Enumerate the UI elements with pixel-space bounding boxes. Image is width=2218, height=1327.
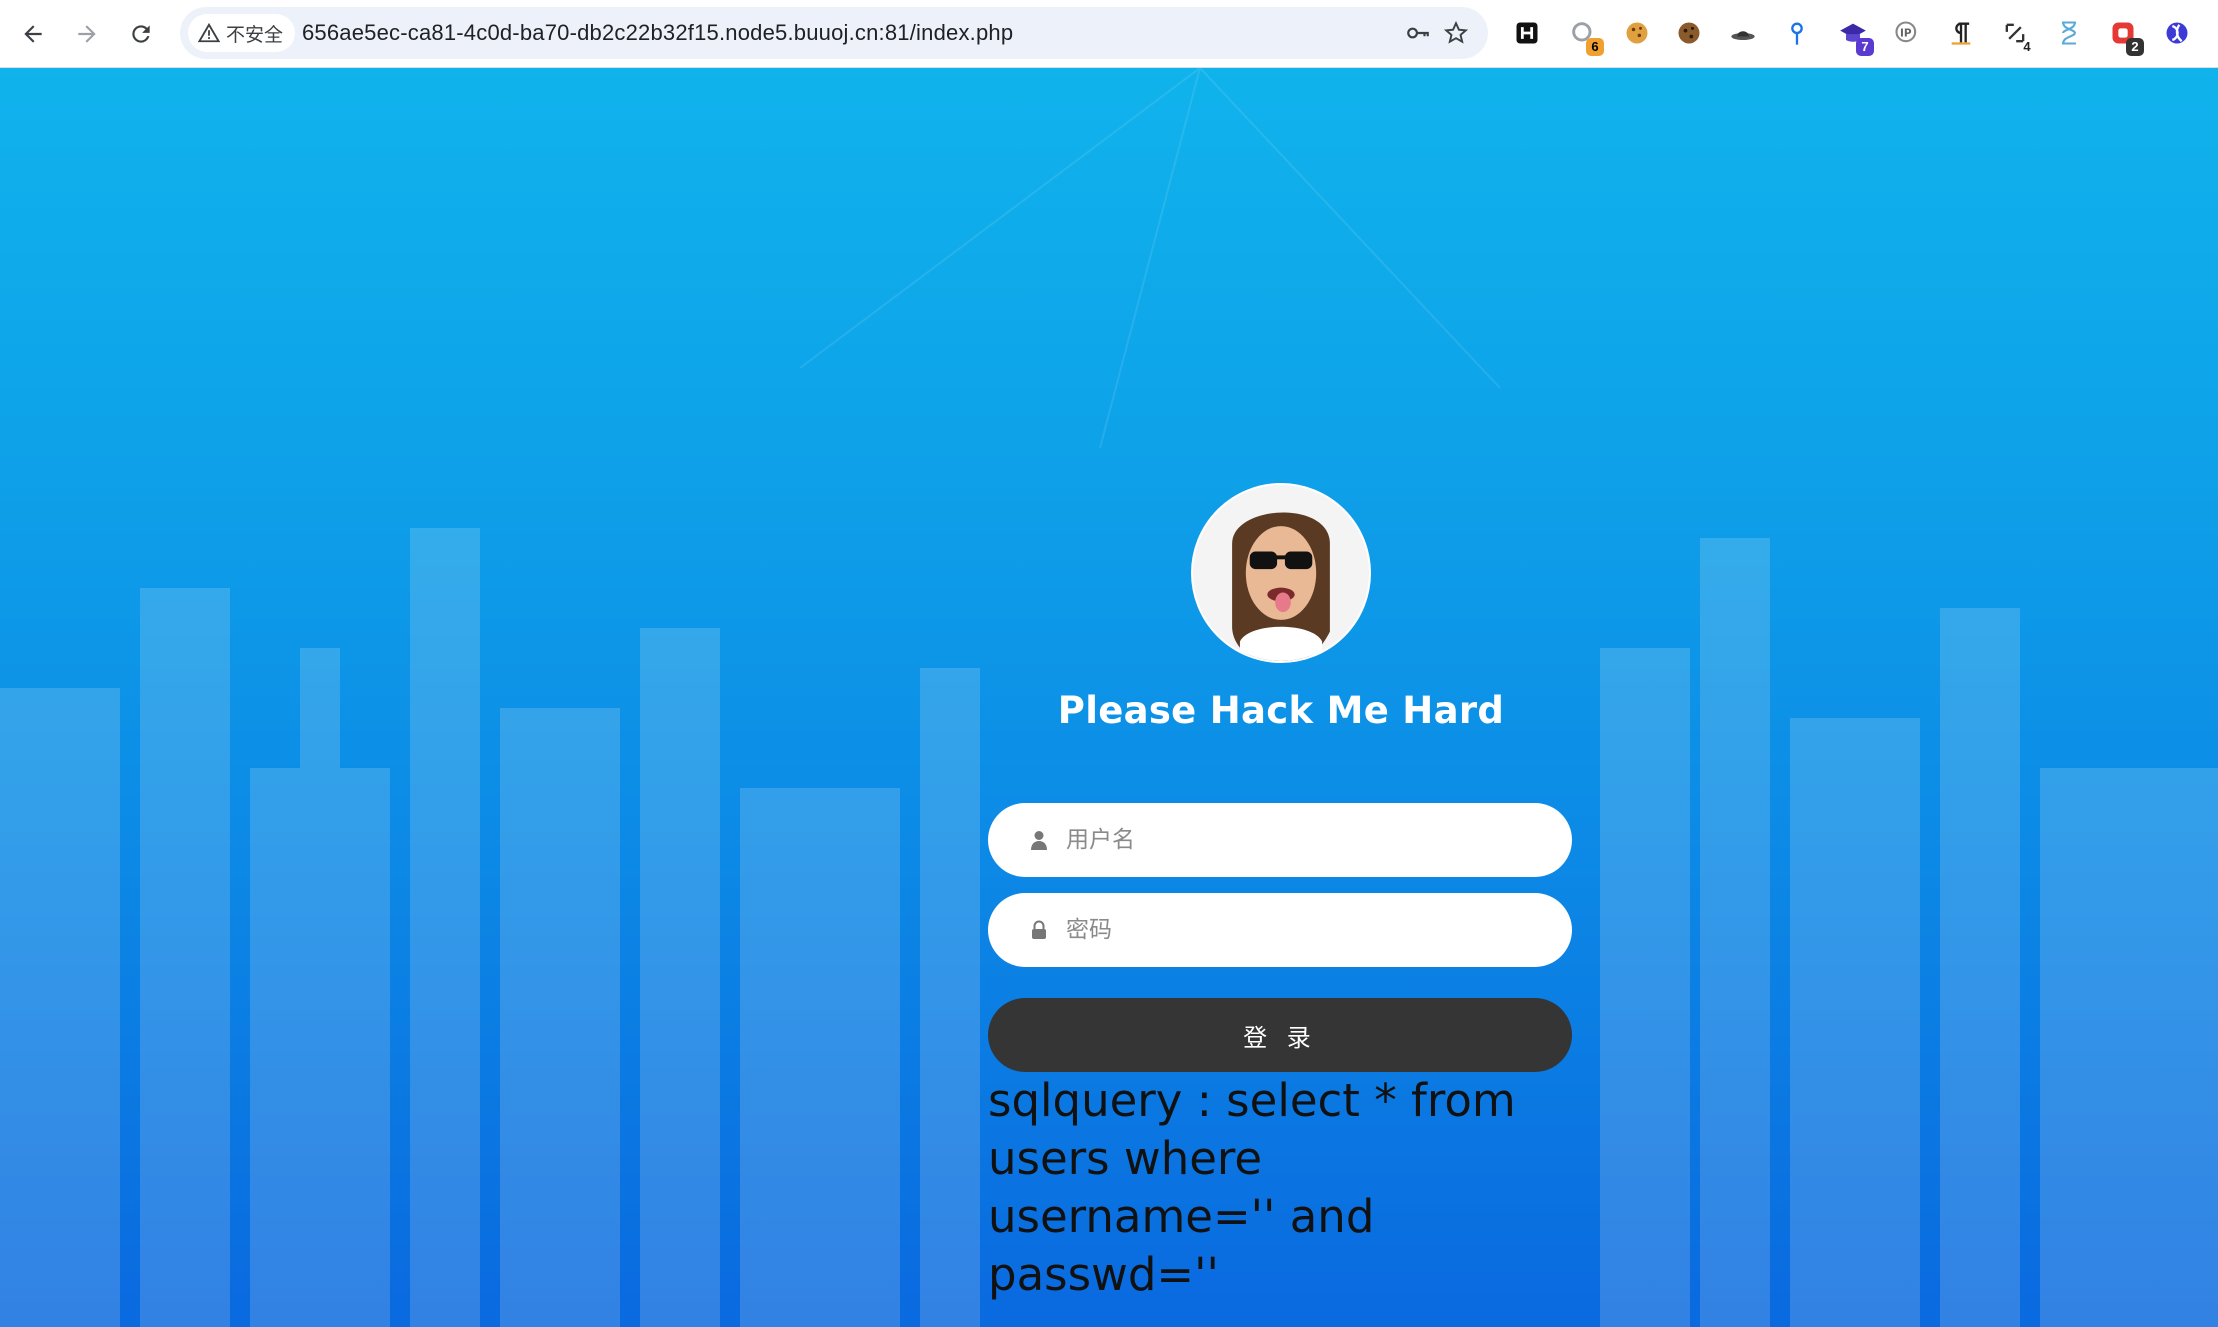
password-key-button[interactable] [1404, 19, 1432, 47]
hat-icon [1731, 31, 1755, 40]
password-input[interactable] [1066, 893, 1546, 967]
sql-line: passwd='' [988, 1248, 1219, 1301]
url-text[interactable]: 656ae5ec-ca81-4c0d-ba70-db2c22b32f15.nod… [302, 7, 1013, 59]
security-indicator[interactable]: 不安全 [188, 14, 296, 52]
address-bar[interactable]: 不安全 656ae5ec-ca81-4c0d-ba70-db2c22b32f15… [180, 7, 1488, 59]
dark-cookie-icon [1678, 22, 1700, 44]
user-icon [1031, 831, 1047, 850]
extension-badge: 6 [1586, 38, 1604, 56]
sql-line: users where [988, 1132, 1263, 1185]
extension-badge: 4 [2023, 39, 2031, 54]
ip-icon: IP [1895, 21, 1917, 43]
username-field[interactable] [988, 803, 1572, 877]
star-icon [1443, 20, 1469, 44]
bookmark-star-button[interactable] [1442, 19, 1470, 47]
link-extension[interactable]: 4 [1998, 16, 2032, 54]
sql-line: sqlquery : select * from [988, 1074, 1516, 1127]
swirl-globe-icon [2166, 22, 2188, 44]
sql-line: username='' and [988, 1190, 1375, 1243]
arrow-left-icon [24, 25, 42, 43]
pilcrow-icon [1951, 22, 1971, 45]
red-extension[interactable]: 2 [2106, 16, 2144, 56]
warning-triangle-icon [198, 22, 220, 43]
arrow-right-icon [78, 25, 96, 43]
cookie-manager-extension[interactable] [1672, 16, 1706, 50]
hourglass-icon [2062, 21, 2076, 45]
username-input[interactable] [1066, 803, 1546, 877]
hackbar-icon [1516, 22, 1538, 44]
hourglass-extension[interactable] [2052, 16, 2086, 50]
ip-extension[interactable]: IP [1890, 16, 1924, 50]
browser-toolbar: 不安全 656ae5ec-ca81-4c0d-ba70-db2c22b32f15… [0, 0, 2218, 68]
avatar-face-image [1193, 485, 1369, 661]
extension-badge: 7 [1856, 38, 1874, 56]
key-icon [1407, 27, 1429, 39]
pilcrow-extension[interactable] [1944, 16, 1978, 50]
proxy-extension[interactable] [1726, 16, 1760, 50]
mortarboard-extension[interactable]: 7 [1836, 16, 1874, 56]
cookie-icon [1626, 22, 1648, 44]
security-label: 不安全 [226, 24, 284, 46]
lock-icon [1032, 920, 1046, 939]
page-background: Please Hack Me Hard 登 录 sqlquery : selec… [0, 68, 2218, 1327]
back-button[interactable] [12, 13, 54, 55]
wappalyzer-extension[interactable]: 6 [1566, 16, 1604, 56]
forward-button[interactable] [66, 13, 108, 55]
password-field[interactable] [988, 893, 1572, 967]
svg-text:IP: IP [1900, 28, 1912, 40]
reload-icon [132, 25, 150, 43]
hackbar-extension[interactable] [1510, 16, 1544, 50]
extension-badge: 2 [2126, 38, 2144, 56]
pin-icon [1791, 22, 1803, 45]
location-extension[interactable] [1780, 16, 1814, 50]
reload-button[interactable] [120, 13, 162, 55]
avatar [1191, 483, 1371, 663]
login-button[interactable]: 登 录 [988, 998, 1572, 1072]
sql-query-output: sqlquery : select * from users where use… [988, 1072, 1588, 1304]
cookie-editor-extension[interactable] [1620, 16, 1654, 50]
page-title: Please Hack Me Hard [1057, 689, 1505, 732]
globe-extension[interactable] [2160, 16, 2194, 50]
